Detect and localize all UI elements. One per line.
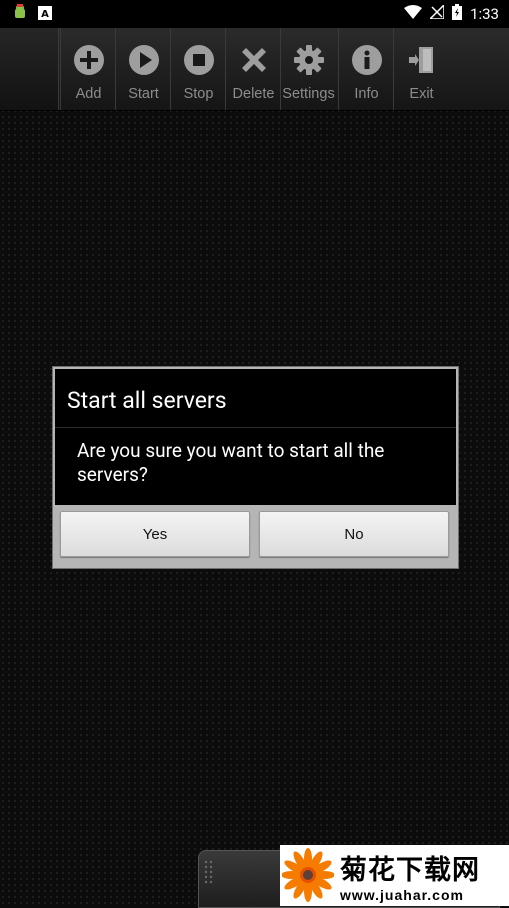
settings-label: Settings [282,86,335,102]
settings-button[interactable]: Settings [280,28,336,110]
dialog-body: Start all servers Are you sure you want … [55,369,456,505]
stop-icon [180,41,218,79]
info-label: Info [354,86,379,102]
toolbar-handle [0,28,59,110]
flower-logo-icon [281,845,335,907]
battery-charging-icon [452,4,463,24]
delete-icon [235,41,273,79]
delete-button[interactable]: Delete [225,28,281,110]
play-icon [125,41,163,79]
yes-button[interactable]: Yes [60,511,250,557]
dialog-divider [55,427,456,428]
svg-text:A: A [41,9,49,20]
start-all-servers-dialog: Start all servers Are you sure you want … [52,366,459,569]
add-icon [70,41,108,79]
gear-icon [290,41,328,79]
exit-icon [403,41,441,79]
toolbar: Add Start Stop Delete Settings Info Exit [0,28,509,111]
info-icon [348,41,386,79]
exit-label: Exit [409,86,434,102]
stop-button[interactable]: Stop [170,28,226,110]
exit-button[interactable]: Exit [393,28,449,110]
add-button[interactable]: Add [60,28,116,110]
info-button[interactable]: Info [338,28,394,110]
no-button[interactable]: No [259,511,449,557]
start-button[interactable]: Start [115,28,171,110]
android-debug-icon [12,3,28,25]
status-bar: A 1:33 [0,0,509,28]
clock: 1:33 [470,5,499,23]
no-signal-icon [428,3,445,23]
dialog-message: Are you sure you want to start all the s… [77,439,385,486]
stop-label: Stop [183,86,214,102]
delete-label: Delete [232,86,275,102]
app-notification-icon: A [38,5,52,24]
start-label: Start [128,86,159,102]
watermark: 菊花下载网 www.juahar.com [280,845,509,906]
wifi-icon [404,5,423,23]
watermark-site-name: 菊花下载网 [340,855,480,886]
dialog-title: Start all servers [67,387,227,414]
watermark-url: www.juahar.com [340,887,464,903]
grip-icon [204,860,213,884]
add-label: Add [75,86,102,102]
